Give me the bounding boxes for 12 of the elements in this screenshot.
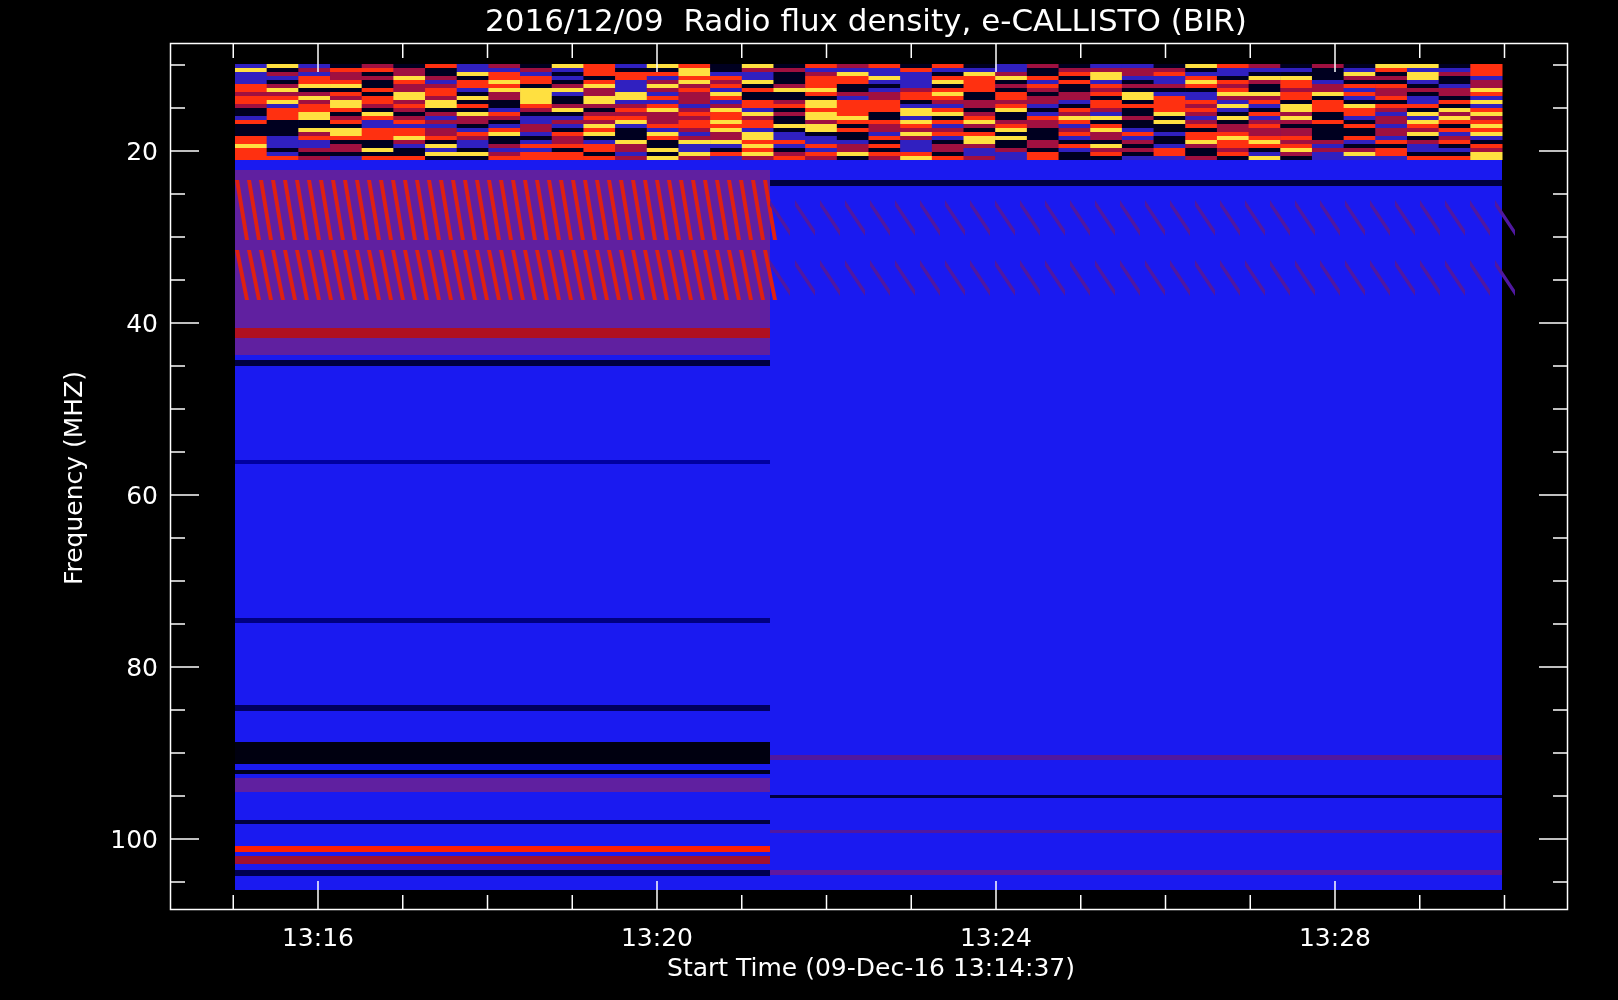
axis-label: Frequency (MHZ) [59,370,88,586]
tick-label: 60 [126,481,158,510]
chart-title: 2016/12/09 Radio flux density, e-CALLISTO (BIR) [485,2,1247,38]
tick-label: 13:24 [960,923,1032,952]
axis-label: Start Time (09-Dec-16 13:14:37) [667,953,1075,982]
tick-label: 13:16 [282,923,354,952]
tick-label: 40 [126,309,158,338]
tick-label: 13:20 [621,923,693,952]
tick-label: 20 [126,137,158,166]
tick-label: 80 [126,653,158,682]
tick-label: 100 [110,825,158,854]
tick-label: 13:28 [1299,923,1371,952]
